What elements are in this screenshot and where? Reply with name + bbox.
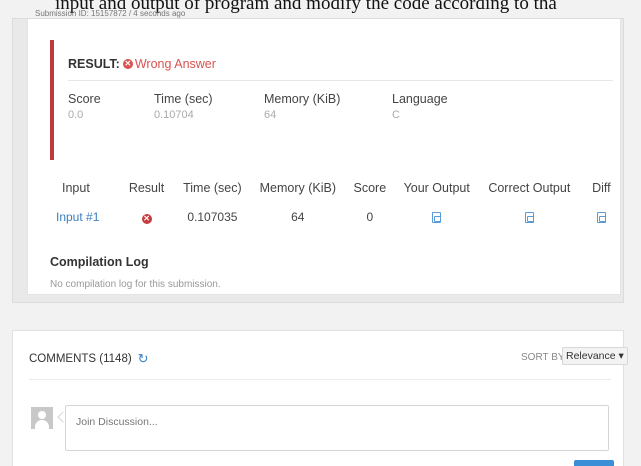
sort-select[interactable]: Relevance ▾	[562, 347, 628, 365]
table-header-row: Input Result Time (sec) Memory (KiB) Sco…	[56, 181, 622, 209]
stat-value: 64	[264, 109, 277, 121]
header-correct-output: Correct Output	[488, 181, 571, 195]
divider	[68, 80, 613, 81]
compilation-log-title: Compilation Log	[50, 255, 149, 269]
time-cell: 0.107035	[187, 210, 238, 224]
header-result: Result	[128, 181, 165, 195]
wrong-answer-icon: ✕	[122, 58, 133, 69]
header-input: Input	[62, 181, 90, 195]
comments-title: COMMENTS (1148)	[29, 353, 132, 365]
input-link[interactable]: Input #1	[56, 209, 120, 225]
test-results-table: Input Result Time (sec) Memory (KiB) Sco…	[56, 181, 622, 225]
stat-value: C	[392, 109, 400, 121]
diff-file-icon[interactable]	[596, 212, 606, 224]
table-row: Input #1 ✕ 0.107035 64 0	[56, 209, 622, 225]
post-comment-button[interactable]	[574, 460, 614, 466]
header-score: Score	[353, 181, 387, 195]
avatar	[31, 407, 53, 429]
sort-label: SORT BY:	[521, 352, 567, 363]
result-label: RESULT:	[68, 57, 120, 71]
result-verdict: Wrong Answer	[134, 57, 216, 71]
submission-id: Submission ID: 15157872 / 4 seconds ago	[35, 9, 186, 18]
caret-down-icon: ▾	[618, 350, 624, 362]
header-memory: Memory (KiB)	[259, 181, 336, 195]
your-output-file-icon[interactable]	[432, 212, 442, 224]
diff-cell	[581, 209, 622, 225]
stat-value: 0.0	[68, 109, 84, 121]
stat-label: Language	[392, 92, 448, 106]
header-time: Time (sec)	[183, 181, 242, 195]
submission-panel: RESULT: ✕ Wrong Answer Score 0.0 Time (sec…	[12, 18, 624, 303]
correct-output-cell	[478, 209, 581, 225]
fail-icon: ✕	[141, 214, 152, 224]
header-diff: Diff	[592, 181, 611, 195]
sort-value: Relevance	[566, 350, 616, 362]
stat-label: Memory (KiB)	[264, 92, 341, 106]
refresh-icon[interactable]: ↻	[138, 351, 149, 367]
divider	[29, 379, 611, 380]
correct-output-file-icon[interactable]	[524, 212, 534, 224]
stat-language: Language C	[392, 92, 448, 121]
result-card: RESULT: ✕ Wrong Answer Score 0.0 Time (sec…	[27, 19, 621, 295]
header-your-output: Your Output	[403, 181, 470, 195]
result-heading: RESULT: ✕ Wrong Answer	[68, 57, 216, 71]
stat-time: Time (sec) 0.10704	[154, 92, 213, 121]
stat-label: Score	[68, 92, 101, 106]
comments-header: COMMENTS (1148) ↻	[29, 351, 149, 367]
result-summary: RESULT: ✕ Wrong Answer Score 0.0 Time (sec…	[50, 40, 620, 160]
stat-value: 0.10704	[154, 109, 194, 121]
score-cell: 0	[366, 210, 374, 224]
stat-label: Time (sec)	[154, 92, 213, 106]
result-cell: ✕	[120, 209, 174, 225]
your-output-cell	[396, 209, 478, 225]
memory-cell: 64	[291, 210, 305, 224]
stat-memory: Memory (KiB) 64	[264, 92, 340, 121]
stat-score: Score 0.0	[68, 92, 101, 121]
discussion-input[interactable]: Join Discussion...	[65, 405, 609, 451]
compilation-log-text: No compilation log for this submission.	[50, 279, 221, 290]
comments-panel: COMMENTS (1148) ↻ SORT BY: Relevance ▾ Jo…	[12, 330, 628, 466]
